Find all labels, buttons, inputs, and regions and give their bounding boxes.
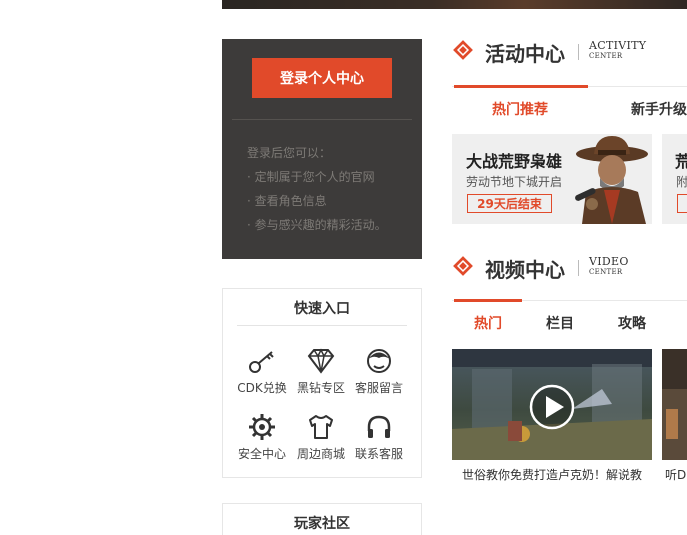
top-banner-image	[222, 0, 687, 9]
tab-guide[interactable]: 攻略	[618, 313, 646, 333]
gameplay-scene-image	[452, 349, 652, 460]
login-benefits: 登录后您可以： · 定制属于您个人的官网 · 查看角色信息 · 参与感兴趣的精彩…	[247, 141, 387, 237]
tab-hot[interactable]: 热门	[474, 313, 502, 333]
headphones-icon	[364, 412, 394, 442]
en-title-line: ACTIVITY	[589, 39, 647, 52]
video-center-en: VIDEO CENTER	[589, 255, 629, 276]
gear-icon	[247, 412, 277, 442]
community-panel: 玩家社区	[222, 503, 422, 535]
quick-entry-panel: 快速入口 CDK兑换 黑钻专区 客服留言 安全中心 周边商城 联系客服	[222, 288, 422, 478]
login-center-button[interactable]: 登录个人中心	[252, 58, 392, 98]
activity-card-subtitle: 劳动节地下城开启	[466, 175, 563, 189]
cowboy-character-image	[564, 134, 652, 224]
quick-item-contact-service[interactable]: 联系客服	[344, 412, 414, 462]
en-title-line: VIDEO	[589, 255, 629, 268]
header-separator	[578, 44, 579, 60]
video-center-title: 视频中心	[485, 258, 565, 282]
activity-card[interactable]: 大战荒野枭雄 劳动节地下城开启 29天后结束	[452, 134, 652, 224]
header-separator	[578, 260, 579, 276]
activity-card-countdown	[677, 194, 687, 213]
tab-hot-recommend[interactable]: 热门推荐	[492, 99, 548, 119]
activity-card-title: 荒	[675, 152, 687, 171]
en-subtitle-line: CENTER	[589, 52, 623, 60]
support-avatar-icon	[364, 346, 394, 376]
diamond-badge-icon	[452, 255, 474, 277]
login-benefit-line: · 参与感兴趣的精彩活动。	[247, 218, 387, 232]
activity-center-en: ACTIVITY CENTER	[589, 39, 647, 60]
tshirt-icon	[306, 412, 336, 442]
video-tabs: 热门 栏目 攻略	[452, 299, 687, 340]
login-panel: 登录个人中心 登录后您可以： · 定制属于您个人的官网 · 查看角色信息 · 参…	[222, 39, 422, 259]
quick-entry-title: 快速入口	[294, 301, 350, 317]
video-thumbnail[interactable]	[662, 349, 687, 460]
active-tab-indicator	[454, 85, 588, 88]
gameplay-scene-image	[662, 349, 687, 460]
quick-item-service-message[interactable]: 客服留言	[344, 346, 414, 396]
video-thumbnail[interactable]	[452, 349, 652, 460]
active-tab-indicator	[454, 299, 522, 302]
login-benefit-line: 登录后您可以：	[247, 146, 332, 160]
video-caption[interactable]: 世俗教你免费打造卢克奶！解说教	[462, 466, 652, 483]
activity-center-title: 活动中心	[485, 42, 565, 66]
activity-card-subtitle: 附	[676, 175, 687, 189]
login-benefit-line: · 定制属于您个人的官网	[247, 170, 375, 184]
key-icon	[247, 346, 277, 376]
login-benefit-line: · 查看角色信息	[247, 194, 327, 208]
quick-item-label: 联系客服	[354, 447, 403, 461]
diamond-icon	[306, 346, 336, 376]
diamond-badge-icon	[452, 39, 474, 61]
community-title: 玩家社区	[294, 516, 350, 532]
activity-card-countdown: 29天后结束	[467, 194, 552, 213]
quick-entry-divider	[237, 325, 407, 326]
en-subtitle-line: CENTER	[589, 268, 623, 276]
tab-column[interactable]: 栏目	[546, 313, 574, 333]
login-divider	[232, 119, 412, 120]
quick-item-label: 客服留言	[354, 381, 403, 395]
activity-card[interactable]: 荒 附	[662, 134, 687, 224]
tab-newbie-upgrade[interactable]: 新手升级	[631, 99, 687, 119]
activity-card-title: 大战荒野枭雄	[466, 152, 563, 171]
activity-tabs: 热门推荐 新手升级	[452, 85, 687, 126]
video-caption[interactable]: 听D	[665, 466, 687, 483]
